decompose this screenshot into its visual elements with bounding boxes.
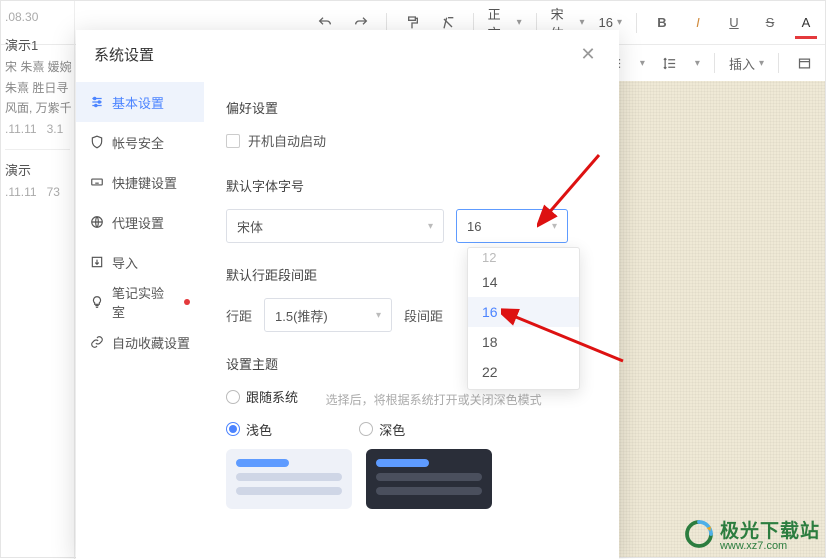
shield-icon [90,135,104,149]
line-spacing-select[interactable]: 1.5(推荐)▾ [264,298,392,332]
nav-proxy[interactable]: 代理设置 [76,202,204,242]
keyboard-icon [90,175,104,189]
doc-title[interactable]: 演示1 [5,35,70,57]
doc-title[interactable]: 演示 [5,160,70,182]
doc-date: .08.30 [5,7,70,27]
size-option-selected[interactable]: 16 [468,297,579,327]
theme-follow-system-radio[interactable]: 跟随系统 [226,387,298,406]
checkbox-icon [226,134,240,148]
more-icon[interactable] [793,49,815,77]
red-dot-badge [184,299,190,305]
dialog-title: 系统设置 [94,44,154,65]
text-color-button[interactable]: A [795,9,817,37]
theme-follow-hint: 选择后，将根据系统打开或关闭深色模式 [326,393,542,407]
autostart-checkbox[interactable]: 开机自动启动 [226,131,597,150]
section-default-font: 默认字体字号 [226,176,597,195]
nav-account-security[interactable]: 帐号安全 [76,122,204,162]
nav-basic-settings[interactable]: 基本设置 [76,82,204,122]
theme-light-radio[interactable]: 浅色 [226,420,272,439]
line-spacing-icon[interactable] [659,49,681,77]
default-size-select[interactable]: 16▾ [456,209,568,243]
size-option[interactable]: 14 [468,267,579,297]
nav-labs[interactable]: 笔记实验室 [76,282,204,322]
insert-dropdown[interactable]: 插入▾ [729,54,764,73]
line-spacing-label: 行距 [226,306,252,325]
font-size-dropdown-list: 12 14 16 18 22 [467,247,580,390]
watermark-logo-icon [684,519,714,549]
size-option[interactable]: 18 [468,327,579,357]
bulb-icon [90,295,104,309]
globe-icon [90,215,104,229]
italic-button[interactable]: I [687,9,709,37]
document-list: .08.30 演示1 宋 朱熹 媛婉 朱熹 胜日寻 风面, 万紫千 .11.11… [1,1,75,559]
nav-auto-collect[interactable]: 自动收藏设置 [76,322,204,362]
section-preferences: 偏好设置 [226,98,597,117]
chevron-down-icon: ▾ [376,310,381,321]
nav-import[interactable]: 导入 [76,242,204,282]
underline-button[interactable]: U [723,9,745,37]
para-spacing-label: 段间距 [404,306,443,325]
chevron-down-icon: ▾ [428,221,433,232]
sliders-icon [90,95,104,109]
chevron-down-icon: ▾ [552,221,557,232]
theme-dark-radio[interactable]: 深色 [359,420,405,439]
settings-nav: 基本设置 帐号安全 快捷键设置 代理设置 导入 笔记实验室 自动收藏设置 [76,78,204,559]
link-icon [90,335,104,349]
default-font-select[interactable]: 宋体▾ [226,209,444,243]
font-size-dropdown[interactable]: 16▾ [599,15,623,30]
size-option[interactable]: 12 [468,250,579,267]
strikethrough-button[interactable]: S [759,9,781,37]
watermark: 极光下载站 www.xz7.com [684,516,820,552]
theme-light-preview[interactable] [226,449,352,509]
theme-dark-preview[interactable] [366,449,492,509]
close-icon[interactable]: ✕ [575,41,601,67]
size-option[interactable]: 22 [468,357,579,387]
nav-shortcuts[interactable]: 快捷键设置 [76,162,204,202]
bold-button[interactable]: B [651,9,673,37]
import-icon [90,255,104,269]
